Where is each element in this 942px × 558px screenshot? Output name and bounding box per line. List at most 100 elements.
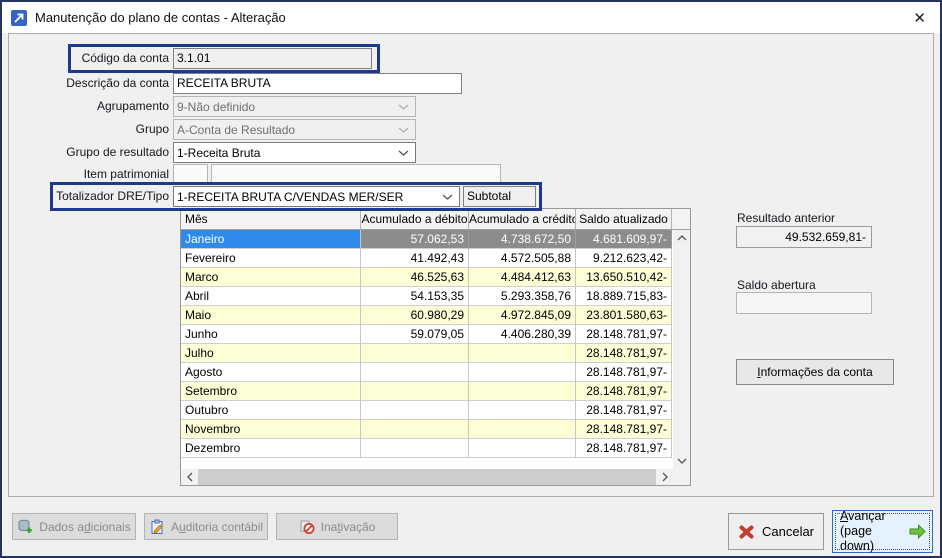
dados-adicionais-button: Dados adicionais [12, 513, 136, 540]
red-x-icon [738, 524, 755, 540]
cell-mes: Junho [181, 325, 361, 344]
table-row[interactable]: Abril 54.153,35 5.293.358,76 18.889.715,… [181, 287, 673, 306]
table-body: Janeiro 57.062,53 4.738.672,50 4.681.609… [181, 230, 673, 469]
clipboard-pencil-icon [149, 519, 165, 535]
descricao-label: Descrição da conta [17, 76, 169, 90]
cell-credito [469, 420, 576, 439]
cell-debito [361, 363, 469, 382]
window-title: Manutenção do plano de contas - Alteraçã… [35, 10, 286, 25]
item-patrimonial-label: Item patrimonial [17, 167, 169, 181]
cell-saldo: 9.212.623,42- [576, 249, 672, 268]
grupo-label: Grupo [17, 122, 169, 136]
cell-credito: 4.738.672,50 [469, 230, 576, 249]
table-row[interactable]: Outubro 28.148.781,97- [181, 401, 673, 420]
cell-debito: 46.525,63 [361, 268, 469, 287]
cell-debito: 41.492,43 [361, 249, 469, 268]
cell-credito [469, 382, 576, 401]
table-row[interactable]: Setembro 28.148.781,97- [181, 382, 673, 401]
chevron-down-icon [398, 150, 409, 156]
cancelar-button[interactable]: Cancelar [728, 513, 824, 550]
green-arrow-icon [908, 523, 927, 540]
cell-mes: Fevereiro [181, 249, 361, 268]
scroll-up-icon[interactable] [673, 230, 690, 246]
cell-credito [469, 363, 576, 382]
table-row[interactable]: Maio 60.980,29 4.972.845,09 23.801.580,6… [181, 306, 673, 325]
scrollbar-thumb[interactable] [198, 469, 656, 485]
cell-saldo: 28.148.781,97- [576, 382, 672, 401]
cell-credito [469, 439, 576, 458]
table-row[interactable]: Dezembro 28.148.781,97- [181, 439, 673, 458]
cell-saldo: 28.148.781,97- [576, 401, 672, 420]
resultado-anterior-field: 49.532.659,81- [736, 226, 872, 248]
totalizador-select[interactable]: 1-RECEITA BRUTA C/VENDAS MER/SER [173, 186, 460, 207]
informacoes-da-conta-button[interactable]: Informações da conta [736, 359, 894, 385]
cell-debito [361, 401, 469, 420]
cell-credito: 4.972.845,09 [469, 306, 576, 325]
cell-mes: Maio [181, 306, 361, 325]
cell-mes: Novembro [181, 420, 361, 439]
cell-credito [469, 401, 576, 420]
column-header-debito: Acumulado a débito [361, 209, 469, 230]
avancar-button[interactable]: Avançar (page down) [832, 510, 933, 553]
resultado-anterior-label: Resultado anterior [737, 211, 835, 225]
codigo-label: Código da conta [17, 51, 169, 65]
cell-credito: 5.293.358,76 [469, 287, 576, 306]
dialog-manutencao-plano-contas: Manutenção do plano de contas - Alteraçã… [0, 0, 942, 558]
codigo-input[interactable]: 3.1.01 [173, 48, 372, 69]
cell-mes: Marco [181, 268, 361, 287]
cell-saldo: 4.681.609,97- [576, 230, 672, 249]
scroll-left-icon[interactable] [181, 469, 198, 485]
horizontal-scrollbar[interactable] [181, 469, 673, 485]
scrollbar-corner [673, 469, 690, 485]
cell-credito [469, 344, 576, 363]
cell-mes: Agosto [181, 363, 361, 382]
cell-debito: 59.079,05 [361, 325, 469, 344]
cell-mes: Janeiro [181, 230, 361, 249]
column-header-credito: Acumulado a crédito [469, 209, 576, 230]
cell-debito [361, 439, 469, 458]
totalizador-label: Totalizador DRE/Tipo [17, 189, 169, 203]
totalizador-tipo-field: Subtotal [463, 186, 536, 207]
table-header: Mês Acumulado a débito Acumulado a crédi… [181, 209, 690, 230]
cell-saldo: 28.148.781,97- [576, 325, 672, 344]
chevron-down-icon [398, 104, 409, 110]
agrupamento-label: Agrupamento [17, 99, 169, 113]
vertical-scrollbar[interactable] [673, 230, 690, 469]
cell-saldo: 28.148.781,97- [576, 439, 672, 458]
cell-mes: Abril [181, 287, 361, 306]
saldo-abertura-field[interactable] [736, 292, 872, 314]
cell-debito: 57.062,53 [361, 230, 469, 249]
app-icon [11, 10, 27, 26]
cell-saldo: 28.148.781,97- [576, 420, 672, 439]
cell-credito: 4.406.280,39 [469, 325, 576, 344]
table-row[interactable]: Marco 46.525,63 4.484.412,63 13.650.510,… [181, 268, 673, 287]
table-row[interactable]: Agosto 28.148.781,97- [181, 363, 673, 382]
saldo-abertura-label: Saldo abertura [737, 278, 816, 292]
cell-debito [361, 344, 469, 363]
scroll-right-icon[interactable] [656, 469, 673, 485]
column-header-saldo: Saldo atualizado [576, 209, 672, 230]
table-row[interactable]: Julho 28.148.781,97- [181, 344, 673, 363]
table-row[interactable]: Junho 59.079,05 4.406.280,39 28.148.781,… [181, 325, 673, 344]
column-header-mes: Mês [181, 209, 361, 230]
descricao-input[interactable]: RECEITA BRUTA [173, 73, 462, 94]
close-icon[interactable]: ✕ [908, 9, 931, 27]
inativacao-button: Inativação [276, 513, 398, 540]
item-patrimonial-desc-input[interactable] [211, 164, 501, 185]
auditoria-contabil-button: Auditoria contábil [144, 513, 268, 540]
cell-saldo: 28.148.781,97- [576, 344, 672, 363]
scroll-down-icon[interactable] [673, 453, 690, 469]
cell-debito [361, 382, 469, 401]
cell-saldo: 18.889.715,83- [576, 287, 672, 306]
chevron-down-icon [398, 127, 409, 133]
table-row[interactable]: Novembro 28.148.781,97- [181, 420, 673, 439]
item-patrimonial-code-input[interactable] [173, 164, 208, 185]
cell-saldo: 28.148.781,97- [576, 363, 672, 382]
cell-debito: 54.153,35 [361, 287, 469, 306]
prohibition-icon [299, 519, 315, 535]
table-row[interactable]: Fevereiro 41.492,43 4.572.505,88 9.212.6… [181, 249, 673, 268]
cell-saldo: 13.650.510,42- [576, 268, 672, 287]
table-row[interactable]: Janeiro 57.062,53 4.738.672,50 4.681.609… [181, 230, 673, 249]
cell-debito: 60.980,29 [361, 306, 469, 325]
grupo-resultado-select[interactable]: 1-Receita Bruta [173, 142, 416, 163]
